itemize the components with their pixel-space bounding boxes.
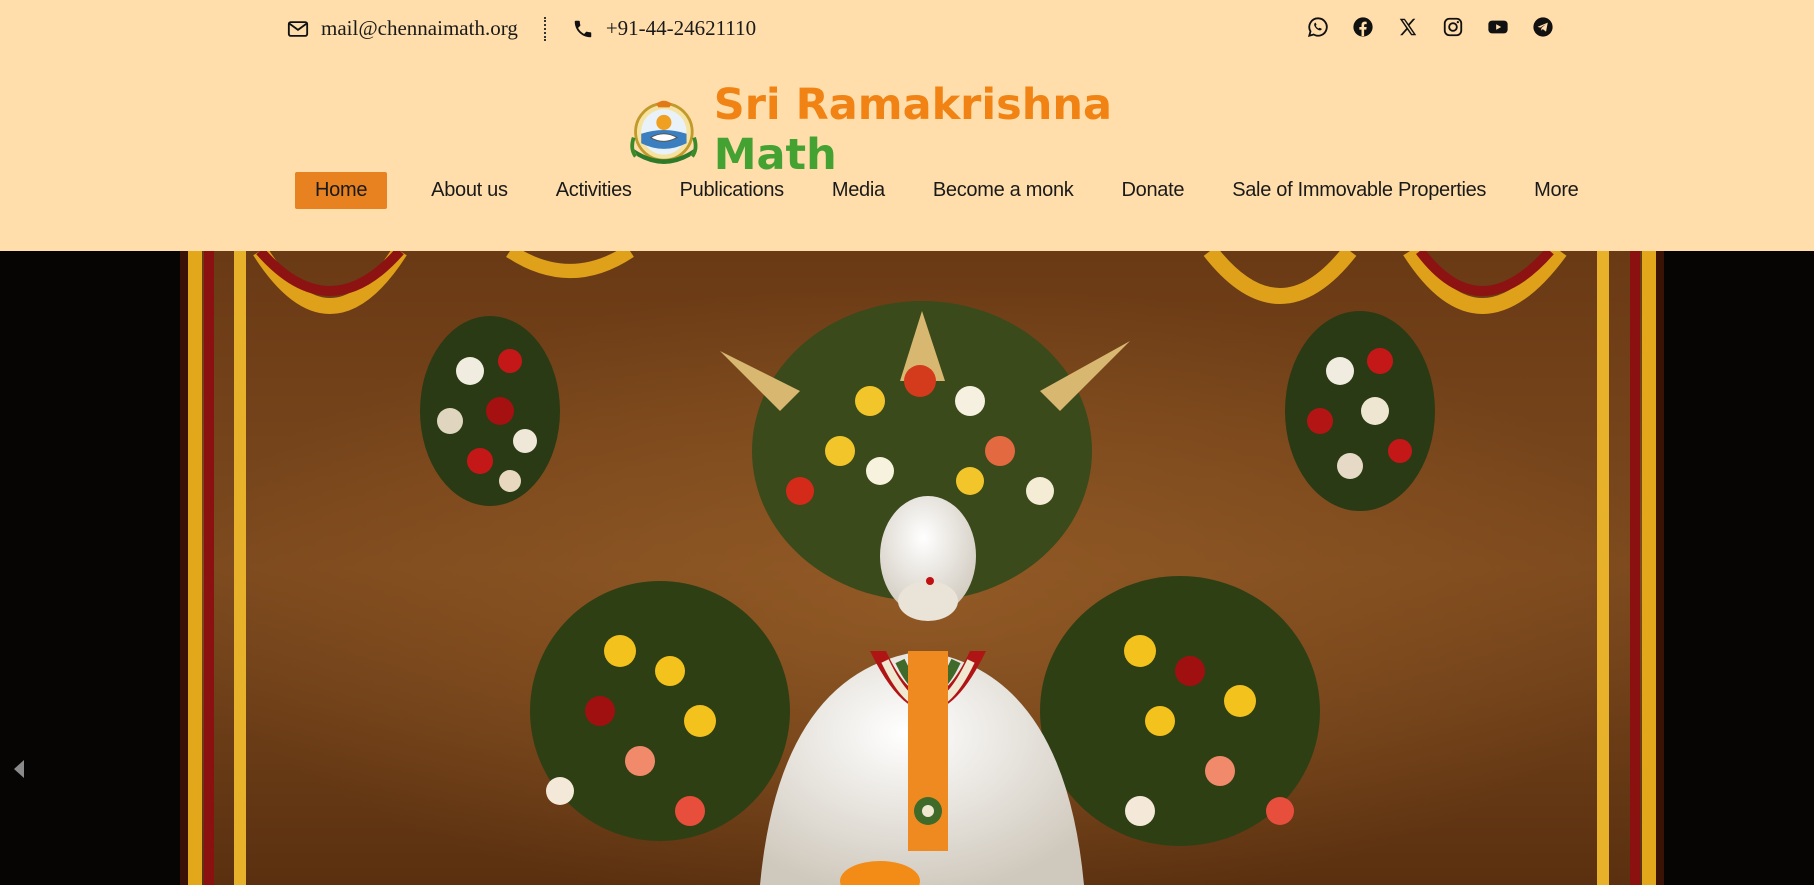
email-text: mail@chennaimath.org: [321, 16, 518, 40]
phone-link[interactable]: +91-44-24621110: [572, 16, 756, 41]
facebook-icon[interactable]: [1352, 16, 1374, 38]
contact-info: mail@chennaimath.org +91-44-24621110: [287, 16, 756, 41]
ramakrishna-mission-emblem-icon: [630, 100, 698, 164]
nav-activities[interactable]: Activities: [536, 172, 652, 209]
brand-title-part1: Sri Ramakrishna: [713, 80, 1112, 130]
hero-image-shrine: [180, 251, 1664, 885]
social-links: [1307, 16, 1554, 38]
brand-title: Sri Ramakrishna Math: [714, 80, 1220, 180]
hero-slider: [0, 251, 1814, 885]
instagram-icon[interactable]: [1442, 16, 1464, 38]
nav-media[interactable]: Media: [812, 172, 905, 209]
nav-donate[interactable]: Donate: [1101, 172, 1204, 209]
main-nav: Home About us Activities Publications Me…: [295, 171, 1603, 209]
contact-divider: [543, 16, 546, 41]
whatsapp-icon[interactable]: [1307, 16, 1329, 38]
envelope-icon: [287, 20, 309, 37]
phone-text: +91-44-24621110: [605, 16, 757, 40]
nav-sale-of-immovable-properties[interactable]: Sale of Immovable Properties: [1212, 172, 1506, 209]
nav-home[interactable]: Home: [295, 171, 388, 209]
telegram-icon[interactable]: [1532, 16, 1554, 38]
nav-about-us[interactable]: About us: [411, 172, 528, 209]
phone-icon: [574, 20, 592, 37]
slider-prev-arrow-icon[interactable]: [12, 758, 26, 780]
youtube-icon[interactable]: [1487, 16, 1509, 38]
nav-more[interactable]: More: [1514, 172, 1598, 209]
nav-publications[interactable]: Publications: [660, 172, 804, 209]
nav-become-a-monk[interactable]: Become a monk: [913, 172, 1094, 209]
top-bar: mail@chennaimath.org +91-44-24621110: [0, 0, 1814, 60]
site-logo[interactable]: Sri Ramakrishna Math: [620, 80, 1220, 180]
x-icon[interactable]: [1397, 16, 1419, 38]
email-link[interactable]: mail@chennaimath.org: [287, 16, 518, 41]
